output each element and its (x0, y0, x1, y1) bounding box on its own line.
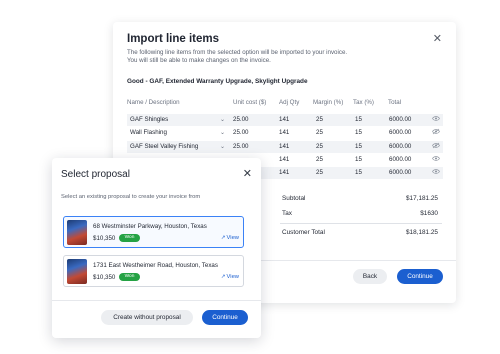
view-link-label: View (226, 274, 239, 280)
house-thumbnail (67, 220, 87, 245)
line-item-row: GAF Steel Valley Fishing 25.00 141 25 15 6000… (127, 140, 443, 153)
proposal-price: $10,350 (93, 235, 116, 242)
qty-value: 141 (279, 116, 290, 123)
status-badge: Won (119, 234, 140, 242)
margin-value: 25 (316, 116, 323, 123)
unit-cost-value: 25.00 (233, 129, 249, 137)
tax-value: 15 (355, 129, 362, 137)
chevron-down-icon[interactable]: ⌄ (220, 143, 225, 150)
total-value: 6000.00 (389, 155, 412, 163)
item-name[interactable]: GAF Steel Valley Fishing (130, 143, 198, 150)
item-name[interactable]: Wall Flashing (130, 129, 167, 136)
customer-total-value: $18,181.25 (406, 229, 438, 236)
continue-button[interactable]: Continue (202, 310, 248, 325)
eye-icon[interactable] (432, 168, 440, 175)
eye-off-icon[interactable] (432, 142, 440, 149)
tax-value: 15 (355, 116, 362, 123)
continue-button[interactable]: Continue (397, 269, 443, 284)
back-button[interactable]: Back (353, 269, 387, 284)
close-icon[interactable]: ✕ (433, 32, 442, 45)
total-value: 6000.00 (389, 116, 412, 123)
create-without-proposal-button[interactable]: Create without proposal (101, 310, 193, 325)
margin-value: 25 (316, 142, 323, 150)
total-value: 6000.00 (389, 129, 412, 137)
tax-value: $1630 (420, 210, 438, 217)
line-item-row: Wall Flashing 25.00 141 25 15 6000.00 ⌄ (127, 127, 443, 139)
column-header-unit-cost: Unit cost ($) (233, 99, 267, 106)
chevron-down-icon[interactable]: ⌄ (220, 129, 225, 136)
tax-value: 15 (355, 155, 362, 163)
selected-option-label: Good - GAF, Extended Warranty Upgrade, S… (127, 78, 308, 85)
column-header-margin: Margin (%) (313, 99, 344, 106)
eye-off-icon[interactable] (432, 128, 440, 135)
view-link-label: View (226, 235, 239, 241)
qty-value: 141 (279, 169, 290, 177)
column-header-qty: Adj Qty (279, 99, 300, 106)
tax-label: Tax (282, 210, 292, 217)
summary-divider (280, 223, 442, 224)
proposal-modal-title: Select proposal (61, 169, 130, 180)
unit-cost-value: 25.00 (233, 116, 249, 123)
line-item-row: GAF Shingles 25.00 141 25 15 6000.00 ⌄ (127, 114, 443, 126)
import-modal-title: Import line items (127, 33, 220, 45)
chevron-down-icon[interactable]: ⌄ (220, 116, 225, 123)
item-name[interactable]: GAF Shingles (130, 116, 168, 123)
total-value: 6000.00 (389, 169, 412, 177)
proposal-address: 1731 East Westheimer Road, Houston, Texa… (93, 262, 218, 269)
view-link[interactable]: ↗View (221, 274, 239, 280)
column-header-tax: Tax (%) (353, 99, 374, 106)
margin-value: 25 (316, 129, 323, 137)
subtotal-value: $17,181.25 (406, 195, 438, 202)
view-link[interactable]: ↗View (221, 235, 239, 241)
proposal-price: $10,350 (93, 274, 116, 281)
house-thumbnail (67, 259, 87, 284)
total-value: 6000.00 (389, 142, 412, 150)
close-icon[interactable]: ✕ (243, 167, 252, 180)
proposal-address: 68 Westminster Parkway, Houston, Texas (93, 223, 207, 230)
margin-value: 25 (316, 169, 323, 177)
qty-value: 141 (279, 155, 290, 163)
column-header-total: Total (388, 99, 402, 106)
footer-divider (52, 300, 261, 301)
select-proposal-modal: Select proposal ✕ Select an existing pro… (52, 158, 261, 338)
column-header-name: Name / Description (127, 99, 180, 106)
proposal-modal-subtitle: Select an existing proposal to create yo… (61, 194, 201, 200)
tax-value: 15 (355, 142, 362, 150)
qty-value: 141 (279, 129, 290, 137)
eye-icon[interactable] (432, 155, 440, 162)
subtotal-label: Subtotal (282, 195, 306, 202)
eye-icon[interactable] (432, 115, 440, 122)
margin-value: 25 (316, 155, 323, 163)
qty-value: 141 (279, 142, 290, 150)
customer-total-label: Customer Total (282, 229, 325, 236)
import-modal-description: The following line items from the select… (127, 49, 348, 65)
unit-cost-value: 25.00 (233, 142, 249, 150)
proposal-card[interactable]: 1731 East Westheimer Road, Houston, Texa… (63, 255, 244, 287)
proposal-card[interactable]: 68 Westminster Parkway, Houston, Texas $… (63, 216, 244, 248)
external-link-icon: ↗ (220, 274, 226, 280)
status-badge: Won (119, 273, 140, 281)
external-link-icon: ↗ (220, 235, 226, 241)
tax-value: 15 (355, 169, 362, 177)
